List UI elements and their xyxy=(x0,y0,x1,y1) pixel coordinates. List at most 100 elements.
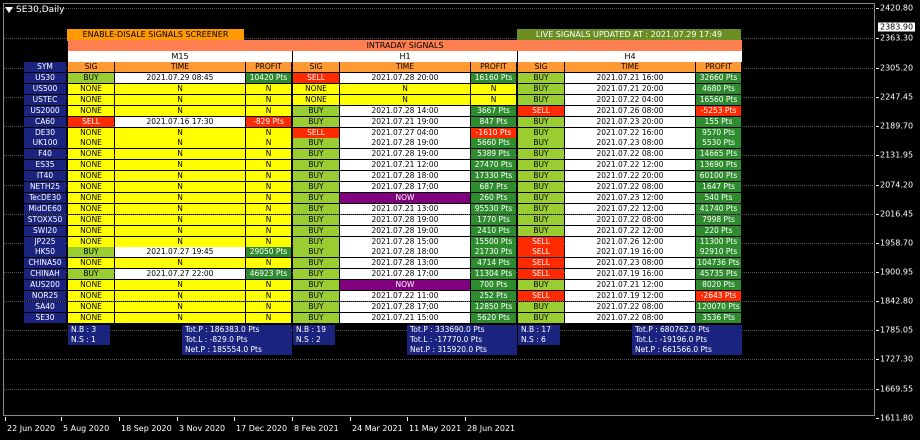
m15-sig-cell: NONE xyxy=(68,192,114,203)
symbol-cell[interactable]: F40 xyxy=(24,149,66,160)
h1-profit-cell: 5389 Pts xyxy=(471,149,516,160)
price-tick xyxy=(876,359,879,360)
m15-time-cell: N xyxy=(115,312,245,323)
price-tick xyxy=(876,301,879,302)
h4-time-cell: 2021.07.22 12:00 xyxy=(565,160,695,171)
price-label: 2189.70 xyxy=(880,121,914,131)
chart-window: SE30,Daily ENABLE-DISALE SIGNALS SCREENE… xyxy=(0,0,920,440)
price-label: 2016.45 xyxy=(880,209,914,219)
h1-time-cell: 2021.07.28 18:00 xyxy=(340,171,470,182)
symbol-cell[interactable]: NETH25 xyxy=(24,182,66,192)
h1-sig-cell: BUY xyxy=(293,203,339,214)
h4-profit-cell: 9570 Pts xyxy=(696,127,741,138)
price-tick xyxy=(876,155,879,156)
symbol-cell[interactable]: HK50 xyxy=(24,247,66,258)
symbol-cell[interactable]: US500 xyxy=(24,83,66,94)
time-label: 22 Jun 2020 xyxy=(7,424,56,433)
symbol-cell[interactable]: US30 xyxy=(24,73,66,83)
h4-sig-cell: BUY xyxy=(518,127,564,138)
h4-sig-cell: BUY xyxy=(518,160,564,171)
h4-time-cell: 2021.07.21 12:00 xyxy=(565,280,695,291)
h4-time-cell: 2021.07.19 12:00 xyxy=(565,291,695,301)
h1-time-cell: NOW xyxy=(340,280,470,291)
time-label: 11 May 2021 xyxy=(409,424,462,433)
current-price-label: 2383.90 xyxy=(878,22,916,32)
h4-sig-header: SIG xyxy=(518,62,564,72)
m15-sig-cell: NONE xyxy=(68,214,114,225)
m15-time-cell: 2021.07.16 17:30 xyxy=(115,116,245,127)
time-axis[interactable]: 22 Jun 2020 5 Aug 2020 18 Sep 2020 3 Nov 20… xyxy=(0,417,876,440)
price-tick xyxy=(876,38,879,39)
h4-profit-cell: 32660 Pts xyxy=(696,73,741,83)
sym-column-header: SYM xyxy=(24,62,66,72)
h1-sig-cell: BUY xyxy=(293,138,339,149)
h4-profit-cell: -5253 Pts xyxy=(696,105,741,116)
h4-time-header: TIME xyxy=(565,62,695,72)
m15-time-cell: N xyxy=(115,214,245,225)
h4-profit-cell: 14665 Pts xyxy=(696,149,741,160)
symbol-cell[interactable]: DE30 xyxy=(24,127,66,138)
symbol-cell[interactable]: TecDE30 xyxy=(24,192,66,203)
price-label: 2363.30 xyxy=(880,33,914,43)
m15-time-cell: N xyxy=(115,83,245,94)
dropdown-arrow-icon[interactable] xyxy=(5,7,13,13)
m15-time-cell: 2021.07.27 22:00 xyxy=(115,269,245,280)
symbol-cell[interactable]: SE30 xyxy=(24,312,66,323)
m15-sig-header: SIG xyxy=(68,62,114,72)
h4-time-cell: 2021.07.23 08:00 xyxy=(565,138,695,149)
symbol-cell[interactable]: CA60 xyxy=(24,116,66,127)
h4-profit-cell: 60100 Pts xyxy=(696,171,741,182)
time-label: 18 Sep 2020 xyxy=(121,424,172,433)
m15-time-cell: N xyxy=(115,203,245,214)
symbol-cell[interactable]: AUS200 xyxy=(24,280,66,291)
h4-sig-cell: BUY xyxy=(518,203,564,214)
symbol-cell[interactable]: ES35 xyxy=(24,160,66,171)
h4-sig-cell: BUY xyxy=(518,171,564,182)
symbol-cell[interactable]: CHINA50 xyxy=(24,258,66,269)
table-row: NOR25 NONE N N BUY 2021.07.22 11:00 252 Pts SEL… xyxy=(24,291,742,301)
m15-sig-cell: NONE xyxy=(68,312,114,323)
h1-sig-cell: BUY xyxy=(293,247,339,258)
m15-profit-cell: N xyxy=(246,160,291,171)
symbol-cell[interactable]: CHINAH xyxy=(24,269,66,280)
symbol-cell[interactable]: USTEC xyxy=(24,94,66,105)
symbol-cell[interactable]: UK100 xyxy=(24,138,66,149)
h4-profit-cell: 220 Pts xyxy=(696,225,741,236)
symbol-cell[interactable]: JP225 xyxy=(24,236,66,247)
price-axis[interactable]: 2420.80 2363.30 2305.20 2247.45 2189.70 2131.… xyxy=(876,0,920,423)
symbol-timeframe-label: SE30,Daily xyxy=(16,5,65,15)
h4-sig-cell: BUY xyxy=(518,280,564,291)
h1-profit-cell: 17330 Pts xyxy=(471,171,516,182)
m15-profit-cell: N xyxy=(246,171,291,182)
time-label: 5 Aug 2020 xyxy=(63,424,110,433)
symbol-cell[interactable]: STOXX50 xyxy=(24,214,66,225)
h4-time-cell: 2021.07.22 08:00 xyxy=(565,214,695,225)
symbol-cell[interactable]: IT40 xyxy=(24,171,66,182)
symbol-cell[interactable]: SWI20 xyxy=(24,225,66,236)
timeframe-h4-header: H4 xyxy=(518,51,742,62)
price-label: 2247.45 xyxy=(880,92,914,102)
symbol-cell[interactable]: US2000 xyxy=(24,105,66,116)
h1-sig-cell: NONE xyxy=(293,94,339,105)
h4-profit-cell: -2643 Pts xyxy=(696,291,741,301)
h1-sig-cell: NONE xyxy=(293,83,339,94)
m15-sig-cell: NONE xyxy=(68,94,114,105)
price-label: 1785.05 xyxy=(880,325,914,335)
table-row: TecDE30 NONE N N BUY NOW 260 Pts BUY 2021.07.23 … xyxy=(24,192,742,203)
symbol-cell[interactable]: NOR25 xyxy=(24,291,66,301)
table-row: SA40 NONE N N BUY 2021.07.28 17:00 12850 Pts BU… xyxy=(24,301,742,312)
time-label: 3 Nov 2020 xyxy=(179,424,226,433)
h4-sig-cell: SELL xyxy=(518,236,564,247)
symbol-cell[interactable]: SA40 xyxy=(24,301,66,312)
m15-profit-cell: N xyxy=(246,214,291,225)
m15-time-cell: N xyxy=(115,258,245,269)
h1-sig-cell: BUY xyxy=(293,312,339,323)
price-tick xyxy=(876,389,879,390)
table-row: ES35 NONE N N BUY 2021.07.21 12:00 27470 Pts BU… xyxy=(24,160,742,171)
time-tick xyxy=(292,417,293,421)
h1-sig-cell: BUY xyxy=(293,269,339,280)
m15-profit-cell: N xyxy=(246,138,291,149)
symbol-cell[interactable]: MidDE60 xyxy=(24,203,66,214)
symbol-header[interactable]: SE30,Daily xyxy=(5,4,65,16)
time-tick xyxy=(5,417,6,421)
